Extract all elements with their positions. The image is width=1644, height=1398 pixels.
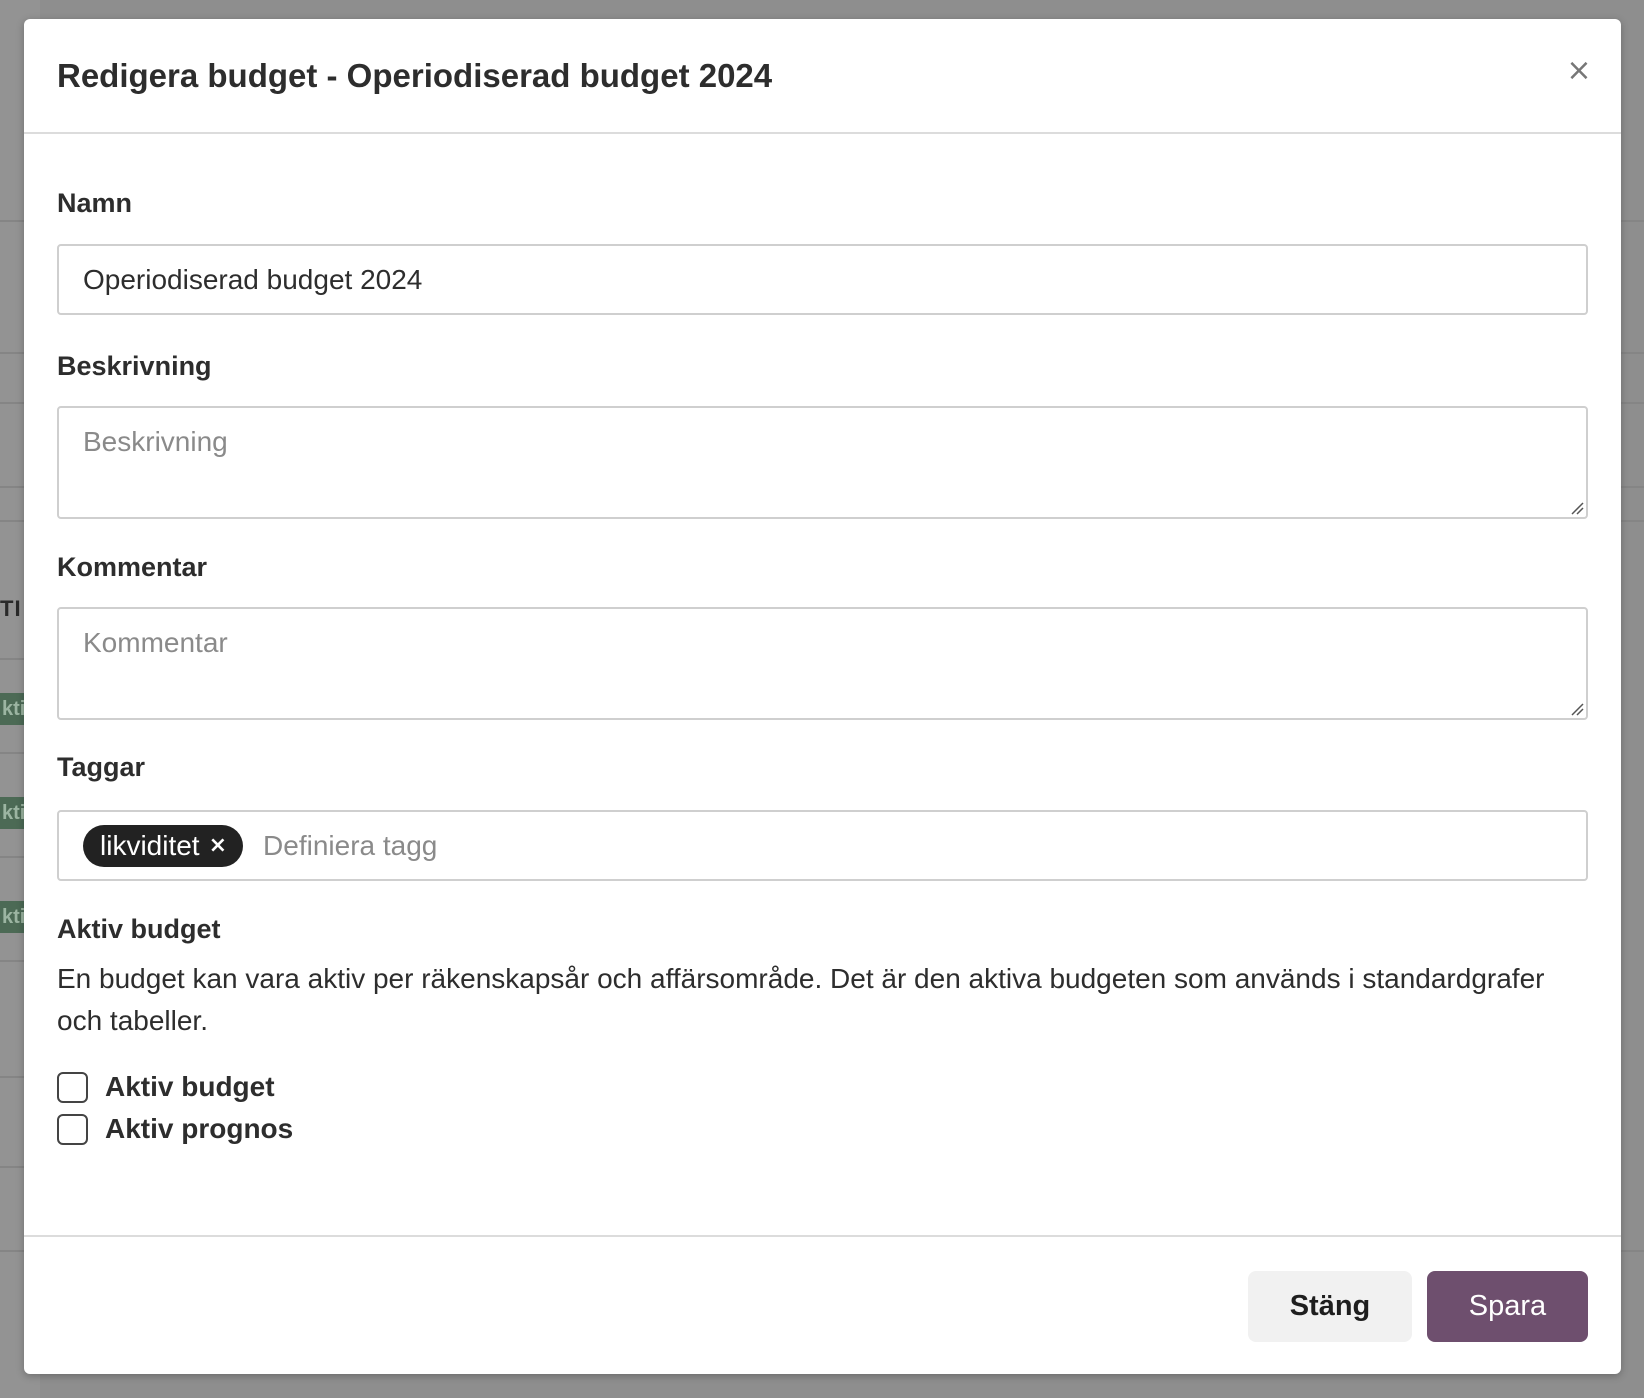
close-dialog-button[interactable]: Stäng — [1248, 1271, 1412, 1342]
background-column-header: TI — [0, 596, 22, 621]
resize-handle-icon[interactable] — [1570, 501, 1584, 515]
description-field-wrapper — [57, 406, 1588, 519]
dialog-header: Redigera budget - Operiodiserad budget 2… — [24, 19, 1621, 134]
active-budget-checkbox-row[interactable]: Aktiv budget — [57, 1071, 275, 1103]
active-budget-heading: Aktiv budget — [57, 914, 221, 944]
description-label: Beskrivning — [57, 351, 212, 381]
active-budget-help-text: En budget kan vara aktiv per räkenskapså… — [57, 963, 1545, 1036]
tags-label: Taggar — [57, 752, 146, 782]
dialog-title: Redigera budget - Operiodiserad budget 2… — [57, 57, 773, 94]
close-button[interactable]: × — [1561, 53, 1597, 89]
name-input[interactable] — [57, 244, 1588, 315]
active-forecast-checkbox-row[interactable]: Aktiv prognos — [57, 1113, 293, 1145]
comment-field-wrapper — [57, 607, 1588, 720]
tag-input[interactable] — [263, 829, 864, 862]
tag-chip: likviditet × — [83, 824, 244, 867]
resize-handle-icon[interactable] — [1570, 702, 1584, 716]
active-budget-checkbox-label[interactable]: Aktiv budget — [105, 1071, 275, 1103]
name-label: Namn — [57, 188, 133, 218]
active-forecast-checkbox[interactable] — [57, 1113, 88, 1145]
tags-field[interactable]: likviditet × — [57, 810, 1588, 881]
save-button[interactable]: Spara — [1427, 1271, 1588, 1342]
dialog-footer: Stäng Spara — [24, 1235, 1621, 1374]
comment-textarea[interactable] — [57, 607, 1588, 720]
description-textarea[interactable] — [57, 406, 1588, 519]
edit-budget-dialog: Redigera budget - Operiodiserad budget 2… — [24, 19, 1621, 1374]
active-budget-checkbox[interactable] — [57, 1071, 88, 1103]
tag-chip-label: likviditet — [100, 829, 200, 861]
close-icon: × — [1566, 53, 1592, 88]
close-icon[interactable]: × — [209, 833, 227, 858]
comment-label: Kommentar — [57, 552, 208, 582]
active-forecast-checkbox-label[interactable]: Aktiv prognos — [105, 1113, 293, 1145]
